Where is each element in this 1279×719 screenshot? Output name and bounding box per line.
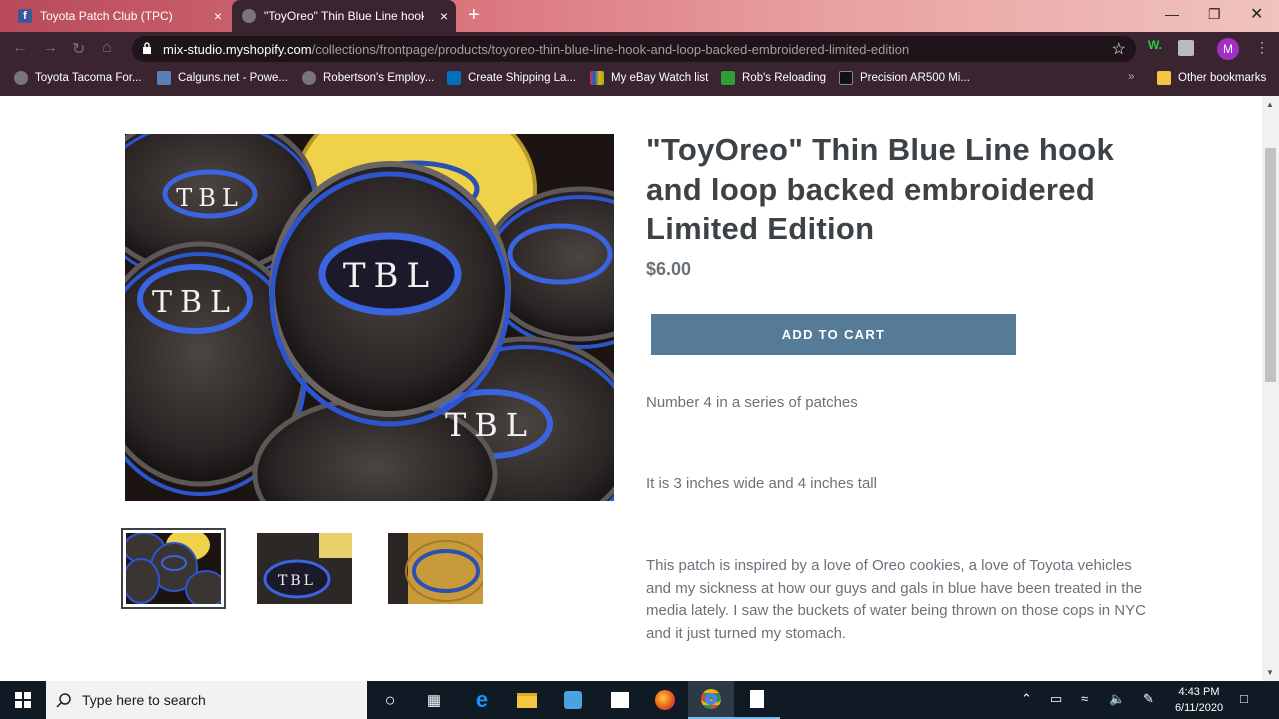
description-paragraph: It is 3 inches wide and 4 inches tall xyxy=(646,475,877,492)
pen-icon[interactable]: ✎ xyxy=(1143,691,1154,707)
tray-chevron-up-icon[interactable]: ⌃ xyxy=(1021,691,1032,707)
tab-title: "ToyOreo" Thin Blue Line hook and loop b… xyxy=(264,9,424,23)
profile-avatar[interactable]: M xyxy=(1217,38,1239,60)
new-tab-button[interactable]: + xyxy=(468,5,480,25)
page-scrollbar[interactable]: ▲ ▼ xyxy=(1262,96,1279,681)
bookmark-star-icon[interactable]: ☆ xyxy=(1112,39,1126,59)
browser-toolbar: ← → ↻ ⌂ mix-studio.myshopify.com/collect… xyxy=(0,32,1279,65)
lock-icon xyxy=(143,42,151,54)
patch-label: TBL xyxy=(176,184,244,212)
forward-arrow-icon[interactable]: → xyxy=(42,39,58,57)
thumbnail-3[interactable] xyxy=(388,533,483,604)
scrollbar-thumb[interactable] xyxy=(1265,148,1276,382)
calculator-icon[interactable] xyxy=(734,681,780,719)
clock-time: 4:43 PM xyxy=(1178,686,1220,698)
bookmark-robertsons[interactable]: Robertson's Employ... xyxy=(302,71,434,85)
ebay-icon xyxy=(590,71,604,85)
tab-toyoreo-product[interactable]: "ToyOreo" Thin Blue Line hook and loop b… xyxy=(232,0,456,32)
restore-button[interactable]: ❐ xyxy=(1208,6,1221,23)
file-explorer-icon[interactable] xyxy=(504,681,550,719)
windows-logo-icon xyxy=(15,692,31,708)
patch-label: TBL xyxy=(278,573,316,589)
tab-toyota-patch-club[interactable]: f Toyota Patch Club (TPC) × xyxy=(10,0,230,32)
patch-label: TBL xyxy=(445,406,535,444)
reloading-icon xyxy=(721,71,735,85)
thumbnail-image: TBL xyxy=(257,533,352,604)
bookmark-toyota-tacoma[interactable]: Toyota Tacoma For... xyxy=(14,71,142,85)
patch-label: TBL xyxy=(152,285,238,320)
edge-icon[interactable]: e xyxy=(459,681,505,719)
search-icon xyxy=(56,693,71,708)
bookmarks-bar: Toyota Tacoma For... Calguns.net - Powe.… xyxy=(0,65,1279,96)
paypal-icon xyxy=(447,71,461,85)
volume-icon[interactable]: 🔈 xyxy=(1109,691,1125,707)
menu-kebab-icon[interactable]: ⋮ xyxy=(1255,39,1269,56)
home-icon[interactable]: ⌂ xyxy=(102,39,112,57)
browser-chrome: f Toyota Patch Club (TPC) × "ToyOreo" Th… xyxy=(0,0,1279,96)
product-price: $6.00 xyxy=(646,259,692,279)
thumbnail-image xyxy=(126,533,221,604)
patch-photo: TBL TBL TBL TBL xyxy=(125,134,614,501)
scroll-down-arrow-icon[interactable]: ▼ xyxy=(1266,668,1274,677)
globe-icon xyxy=(14,71,28,85)
bookmark-create-shipping[interactable]: Create Shipping La... xyxy=(447,71,576,85)
reload-icon[interactable]: ↻ xyxy=(72,39,85,59)
facebook-icon: f xyxy=(18,9,32,23)
thumbnail-1[interactable] xyxy=(121,528,226,609)
system-clock[interactable]: 4:43 PM 6/11/2020 xyxy=(1168,684,1230,716)
back-arrow-icon[interactable]: ← xyxy=(12,39,28,57)
wifi-icon[interactable]: ≈ xyxy=(1081,691,1088,706)
search-placeholder: Type here to search xyxy=(82,692,206,708)
bookmark-ebay-watch[interactable]: My eBay Watch list xyxy=(590,71,708,85)
firefox-icon[interactable] xyxy=(642,681,688,719)
thumbnail-image xyxy=(388,533,483,604)
folder-icon xyxy=(1157,71,1171,85)
extension-w-icon[interactable]: W. xyxy=(1148,38,1162,52)
address-bar[interactable]: mix-studio.myshopify.com/collections/fro… xyxy=(132,36,1136,62)
chrome-icon[interactable] xyxy=(688,681,734,719)
windows-taskbar: Type here to search ○ ▦ e ⌃ ▭ ≈ 🔈 ✎ 4:43… xyxy=(0,681,1279,719)
extension-icon[interactable] xyxy=(1178,40,1194,56)
tab-strip: f Toyota Patch Club (TPC) × "ToyOreo" Th… xyxy=(0,0,1279,32)
description-paragraph: This patch is inspired by a love of Oreo… xyxy=(646,557,1146,642)
globe-icon xyxy=(242,9,256,23)
thumbnail-2[interactable]: TBL xyxy=(257,533,352,604)
minimize-button[interactable]: — xyxy=(1165,6,1179,22)
add-to-cart-button[interactable]: ADD TO CART xyxy=(651,314,1016,355)
product-main-image[interactable]: TBL TBL TBL TBL xyxy=(125,134,614,501)
st7-icon xyxy=(839,71,853,85)
product-page: TBL TBL TBL TBL TBL "ToyOreo" Thin Blue … xyxy=(0,96,1279,681)
close-window-button[interactable]: ✕ xyxy=(1250,4,1263,24)
cortana-icon[interactable]: ○ xyxy=(367,681,413,719)
task-view-icon[interactable]: ▦ xyxy=(411,681,457,719)
product-title: "ToyOreo" Thin Blue Line hook and loop b… xyxy=(646,132,1115,246)
notification-icon[interactable]: □ xyxy=(1240,691,1248,706)
taskbar-search-box[interactable]: Type here to search xyxy=(46,681,367,719)
bookmark-robs-reloading[interactable]: Rob's Reloading xyxy=(721,71,826,85)
close-tab-icon[interactable]: × xyxy=(440,8,448,24)
other-bookmarks[interactable]: Other bookmarks xyxy=(1157,71,1266,85)
close-tab-icon[interactable]: × xyxy=(214,8,222,24)
start-button[interactable] xyxy=(0,681,46,719)
bookmark-calguns[interactable]: Calguns.net - Powe... xyxy=(157,71,288,85)
globe-icon xyxy=(302,71,316,85)
url-text: mix-studio.myshopify.com/collections/fro… xyxy=(163,42,910,57)
scroll-up-arrow-icon[interactable]: ▲ xyxy=(1266,100,1274,109)
description-paragraph: Number 4 in a series of patches xyxy=(646,394,858,411)
clock-date: 6/11/2020 xyxy=(1174,702,1224,714)
app-shield-icon[interactable] xyxy=(550,681,596,719)
store-icon[interactable] xyxy=(597,681,643,719)
patch-label: TBL xyxy=(343,256,437,296)
tab-title: Toyota Patch Club (TPC) xyxy=(40,9,173,23)
bookmark-precision-ar500[interactable]: Precision AR500 Mi... xyxy=(839,71,970,85)
calguns-icon xyxy=(157,71,171,85)
bookmarks-overflow-icon[interactable]: » xyxy=(1128,71,1134,83)
battery-icon[interactable]: ▭ xyxy=(1050,691,1062,707)
